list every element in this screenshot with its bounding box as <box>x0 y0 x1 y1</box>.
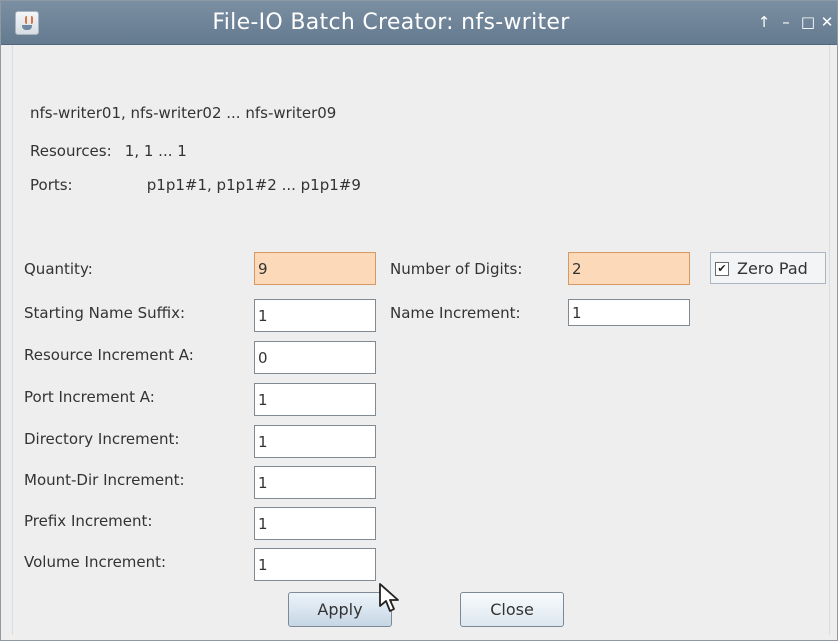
port-increment-label: Port Increment A: <box>24 388 155 406</box>
pin-icon[interactable]: ↑ <box>753 11 775 33</box>
ports-preview: Ports: p1p1#1, p1p1#2 ... p1p1#9 <box>30 176 361 194</box>
minimize-icon[interactable]: – <box>775 11 797 33</box>
volume-increment-label: Volume Increment: <box>24 553 167 571</box>
zero-pad-label: Zero Pad <box>737 259 808 278</box>
close-button[interactable]: Close <box>460 592 564 627</box>
digits-label: Number of Digits: <box>390 260 523 278</box>
digits-input[interactable] <box>568 252 690 285</box>
prefix-increment-label: Prefix Increment: <box>24 512 153 530</box>
resources-value: 1, 1 ... 1 <box>124 142 187 160</box>
mount-dir-increment-label: Mount-Dir Increment: <box>24 471 185 489</box>
prefix-increment-input[interactable] <box>254 507 376 540</box>
close-icon[interactable]: ✕ <box>816 11 838 33</box>
quantity-input[interactable] <box>254 252 376 285</box>
ports-value: p1p1#1, p1p1#2 ... p1p1#9 <box>146 176 361 194</box>
title-bar[interactable]: File-IO Batch Creator: nfs-writer ↑ – □ … <box>1 1 837 45</box>
port-increment-input[interactable] <box>254 383 376 416</box>
directory-increment-label: Directory Increment: <box>24 430 180 448</box>
dialog-content <box>12 45 830 635</box>
apply-button[interactable]: Apply <box>288 592 392 627</box>
resource-increment-label: Resource Increment A: <box>24 346 194 364</box>
resources-label: Resources: <box>30 142 112 160</box>
starting-suffix-input[interactable] <box>254 299 376 332</box>
window-title: File-IO Batch Creator: nfs-writer <box>212 10 570 35</box>
starting-suffix-label: Starting Name Suffix: <box>24 304 186 322</box>
resources-preview: Resources: 1, 1 ... 1 <box>30 142 187 160</box>
names-preview: nfs-writer01, nfs-writer02 ... nfs-write… <box>30 104 337 122</box>
zero-pad-checkbox[interactable]: ✔ Zero Pad <box>710 252 826 284</box>
ports-label: Ports: <box>30 176 73 194</box>
name-increment-label: Name Increment: <box>390 304 521 322</box>
directory-increment-input[interactable] <box>254 425 376 458</box>
resource-increment-input[interactable] <box>254 341 376 374</box>
quantity-label: Quantity: <box>24 260 93 278</box>
mouse-pointer-icon <box>379 583 399 612</box>
checkmark-icon[interactable]: ✔ <box>715 262 729 276</box>
mount-dir-increment-input[interactable] <box>254 466 376 499</box>
volume-increment-input[interactable] <box>254 548 376 581</box>
name-increment-input[interactable] <box>568 299 690 326</box>
